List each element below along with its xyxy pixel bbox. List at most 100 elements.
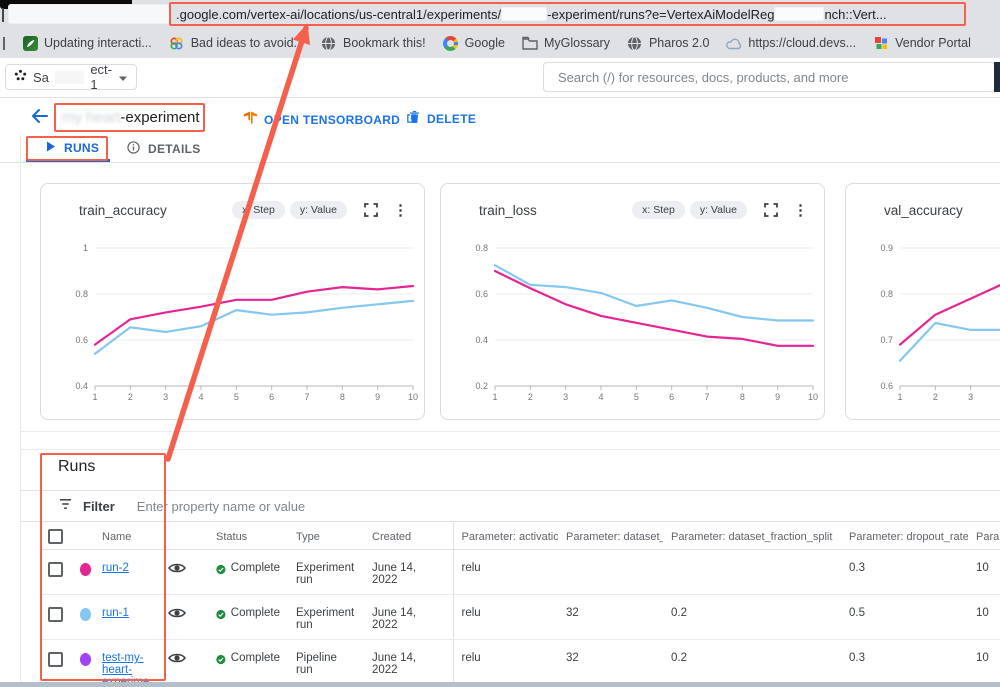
bookmark-item[interactable]: Google [443, 35, 505, 51]
filter-icon [58, 497, 73, 516]
bookmark-item[interactable]: Bookmark this! [321, 35, 426, 51]
chart-title: val_accuracy [884, 203, 963, 218]
select-all-checkbox[interactable] [48, 529, 63, 544]
svg-text:5: 5 [634, 392, 639, 402]
clipped-header-control [994, 62, 1000, 92]
param-fraction-split [663, 550, 841, 595]
url-domain: .google.com [176, 7, 247, 22]
fullscreen-icon[interactable] [764, 203, 778, 217]
svg-text:0.8: 0.8 [75, 289, 88, 299]
status-text: Complete [231, 607, 280, 619]
column-header-param-dropout[interactable]: Parameter: dropout_rate [841, 523, 968, 550]
left-rail-divider [20, 135, 21, 682]
page-title: my heart-experiment [62, 109, 200, 126]
bookmark-item[interactable]: Bad ideas to avoid... [169, 35, 304, 51]
svg-text:8: 8 [740, 392, 745, 402]
bookmark-label: https://cloud.devs... [748, 36, 856, 50]
browser-address-bar[interactable]: .google.com/vertex-ai/locations/us-centr… [0, 0, 1000, 28]
tab-runs[interactable]: RUNS [46, 141, 99, 155]
search-input[interactable] [556, 69, 982, 86]
table-row: run-1 Complete Experiment run June 14, 2… [40, 595, 1000, 640]
check-circle-icon [216, 652, 226, 667]
chevron-down-icon [118, 70, 128, 85]
console-search[interactable] [543, 62, 995, 92]
visibility-toggle[interactable] [160, 550, 208, 595]
column-header-param-activation[interactable]: Parameter: activation [453, 523, 558, 550]
svg-text:0.2: 0.2 [475, 381, 488, 391]
param-dataset-batch [558, 550, 663, 595]
globe-icon [627, 35, 643, 51]
tab-runs-label: RUNS [64, 141, 99, 155]
bookmark-item[interactable]: Updating interacti... [22, 35, 152, 51]
run-link[interactable]: run-2 [102, 562, 129, 574]
visibility-toggle[interactable] [160, 640, 208, 687]
line-chart-val-accuracy: 0.60.70.80.912345678910 [866, 234, 1000, 409]
grid-icon [873, 35, 889, 51]
tab-details[interactable]: DETAILS [127, 141, 201, 157]
chart-title: train_accuracy [79, 203, 167, 218]
back-button[interactable] [30, 107, 49, 130]
bookmark-item[interactable]: MyGlossary [522, 35, 610, 51]
chart-menu-icon[interactable]: ⋮ [793, 203, 808, 218]
y-axis-chip[interactable]: y: Value [290, 201, 347, 219]
bookmark-label: Google [465, 36, 505, 50]
run-color-dot [80, 563, 91, 576]
svg-text:0.4: 0.4 [475, 335, 488, 345]
url-redacted-segment [774, 7, 824, 21]
x-axis-chip[interactable]: x: Step [632, 201, 685, 219]
open-tensorboard-label: OPEN TENSORBOARD [264, 113, 400, 127]
open-tensorboard-button[interactable]: OPEN TENSORBOARD [243, 110, 417, 129]
x-axis-chip[interactable]: x: Step [232, 201, 285, 219]
check-circle-icon [216, 607, 226, 622]
heading-divider [20, 490, 1000, 491]
column-header-type[interactable]: Type [288, 523, 364, 550]
bookmark-item[interactable]: Vendor Portal [873, 35, 971, 51]
project-selector[interactable]: Sa ect-1 [5, 64, 137, 90]
param-clipped: 10 [968, 595, 1000, 640]
column-header-name[interactable]: Name [94, 523, 160, 550]
project-dots-icon [14, 69, 27, 85]
row-checkbox[interactable] [48, 652, 63, 667]
visibility-toggle[interactable] [160, 595, 208, 640]
column-header-param-clipped[interactable]: Param [968, 523, 1000, 550]
delete-button[interactable]: DELETE [408, 110, 476, 127]
url-text[interactable]: .google.com/vertex-ai/locations/us-centr… [176, 7, 887, 22]
line-chart-train-accuracy: 0.40.60.8112345678910 [61, 234, 421, 409]
filter-input[interactable] [135, 498, 439, 515]
globe-icon [321, 35, 337, 51]
bookmark-item[interactable]: https://cloud.devs... [726, 35, 856, 51]
svg-text:0.6: 0.6 [880, 381, 893, 391]
bookmark-item[interactable]: Pharos 2.0 [627, 35, 709, 51]
line-chart-train-loss: 0.20.40.60.812345678910 [461, 234, 821, 409]
table-row: test-my-heart-experiment-pipeline-run Co… [40, 640, 1000, 687]
svg-text:10: 10 [408, 392, 418, 402]
column-header-status[interactable]: Status [208, 523, 288, 550]
svg-text:4: 4 [598, 392, 603, 402]
project-name-redacted [55, 71, 84, 84]
project-name-prefix: Sa [33, 70, 49, 85]
filter-bar[interactable]: Filter [58, 497, 439, 516]
column-header-created[interactable]: Created [364, 523, 453, 550]
svg-text:5: 5 [234, 392, 239, 402]
url-redacted-prefix [8, 4, 170, 24]
status-text: Complete [231, 652, 280, 664]
column-header-param-fraction-split[interactable]: Parameter: dataset_fraction_split [663, 523, 841, 550]
run-link[interactable]: run-1 [102, 607, 129, 619]
svg-text:2: 2 [933, 392, 938, 402]
run-type: Experiment run [288, 595, 364, 640]
eye-icon [168, 607, 186, 619]
chart-menu-icon[interactable]: ⋮ [393, 203, 408, 218]
runs-section-heading: Runs [58, 458, 95, 476]
y-axis-chip[interactable]: y: Value [690, 201, 747, 219]
table-header-row: Name Status Type Created Parameter: acti… [40, 523, 1000, 550]
bookmark-label: Bookmark this! [343, 36, 426, 50]
info-icon [127, 141, 140, 157]
column-header-param-dataset-batch[interactable]: Parameter: dataset_batch [558, 523, 663, 550]
row-checkbox[interactable] [48, 562, 63, 577]
row-checkbox[interactable] [48, 607, 63, 622]
tab-edge-mark [2, 8, 4, 22]
fullscreen-icon[interactable] [364, 203, 378, 217]
svg-text:1: 1 [492, 392, 497, 402]
project-name-suffix: ect-1 [90, 62, 112, 92]
rings-icon [169, 35, 185, 51]
